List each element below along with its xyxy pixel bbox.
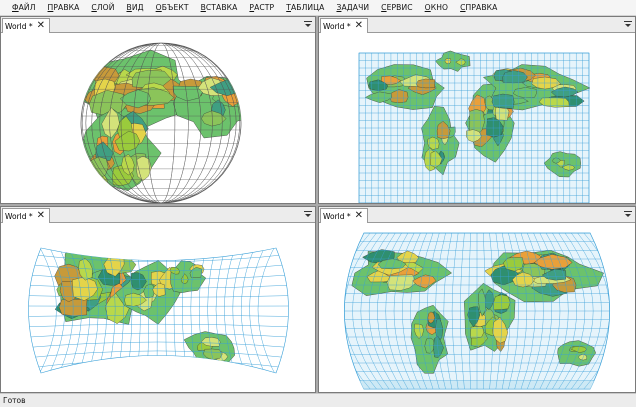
close-icon[interactable]: ✕ <box>37 209 45 223</box>
document-workspace: World * ✕ World * ✕ World * ✕ World * ✕ <box>0 16 636 393</box>
tab-label: World * <box>5 21 33 31</box>
tab-list-dropdown-icon[interactable] <box>624 19 632 29</box>
close-icon[interactable]: ✕ <box>37 19 45 33</box>
close-icon[interactable]: ✕ <box>355 19 363 33</box>
menu-window[interactable]: ОКНО <box>425 3 448 12</box>
map-window-robinson[interactable]: World * ✕ <box>318 206 636 393</box>
menu-object[interactable]: ОБЪЕКТ <box>156 3 189 12</box>
tab-world[interactable]: World * ✕ <box>320 208 368 223</box>
tab-world[interactable]: World * ✕ <box>320 18 368 33</box>
map-view[interactable] <box>1 33 315 203</box>
map-canvas[interactable] <box>1 33 315 203</box>
map-view[interactable] <box>319 223 635 392</box>
map-view[interactable] <box>1 223 315 392</box>
menu-layer[interactable]: СЛОЙ <box>91 3 114 12</box>
tab-world[interactable]: World * ✕ <box>2 18 50 33</box>
tab-world[interactable]: World * ✕ <box>2 208 50 223</box>
map-canvas[interactable] <box>319 33 635 203</box>
menu-raster[interactable]: РАСТР <box>249 3 274 12</box>
menu-tasks[interactable]: ЗАДАЧИ <box>336 3 369 12</box>
tab-bar: World * ✕ <box>319 17 635 33</box>
menu-file[interactable]: ФАЙЛ <box>12 3 36 12</box>
tab-bar: World * ✕ <box>1 17 315 33</box>
menu-bar: ФАЙЛ ПРАВКА СЛОЙ ВИД ОБЪЕКТ ВСТАВКА РАСТ… <box>0 0 636 16</box>
tab-label: World * <box>323 21 351 31</box>
tab-list-dropdown-icon[interactable] <box>304 209 312 219</box>
tab-list-dropdown-icon[interactable] <box>624 209 632 219</box>
tab-list-dropdown-icon[interactable] <box>304 19 312 29</box>
menu-view[interactable]: ВИД <box>127 3 144 12</box>
tab-label: World * <box>323 211 351 221</box>
tab-label: World * <box>5 211 33 221</box>
menu-insert[interactable]: ВСТАВКА <box>201 3 238 12</box>
menu-edit[interactable]: ПРАВКА <box>48 3 80 12</box>
map-canvas[interactable] <box>319 223 635 392</box>
map-window-mercator[interactable]: World * ✕ <box>318 16 636 204</box>
map-view[interactable] <box>319 33 635 203</box>
menu-table[interactable]: ТАБЛИЦА <box>286 3 324 12</box>
map-window-interrupted[interactable]: World * ✕ <box>0 206 316 393</box>
antarctica <box>344 381 610 389</box>
map-window-orthographic[interactable]: World * ✕ <box>0 16 316 204</box>
close-icon[interactable]: ✕ <box>355 209 363 223</box>
graticule <box>358 52 590 203</box>
tab-bar: World * ✕ <box>319 207 635 223</box>
country-polygon[interactable] <box>491 93 515 109</box>
menu-help[interactable]: СПРАВКА <box>460 3 497 12</box>
menu-tools[interactable]: СЕРВИС <box>381 3 412 12</box>
map-canvas[interactable] <box>1 223 315 392</box>
tab-bar: World * ✕ <box>1 207 315 223</box>
status-bar: Готов <box>0 393 636 407</box>
